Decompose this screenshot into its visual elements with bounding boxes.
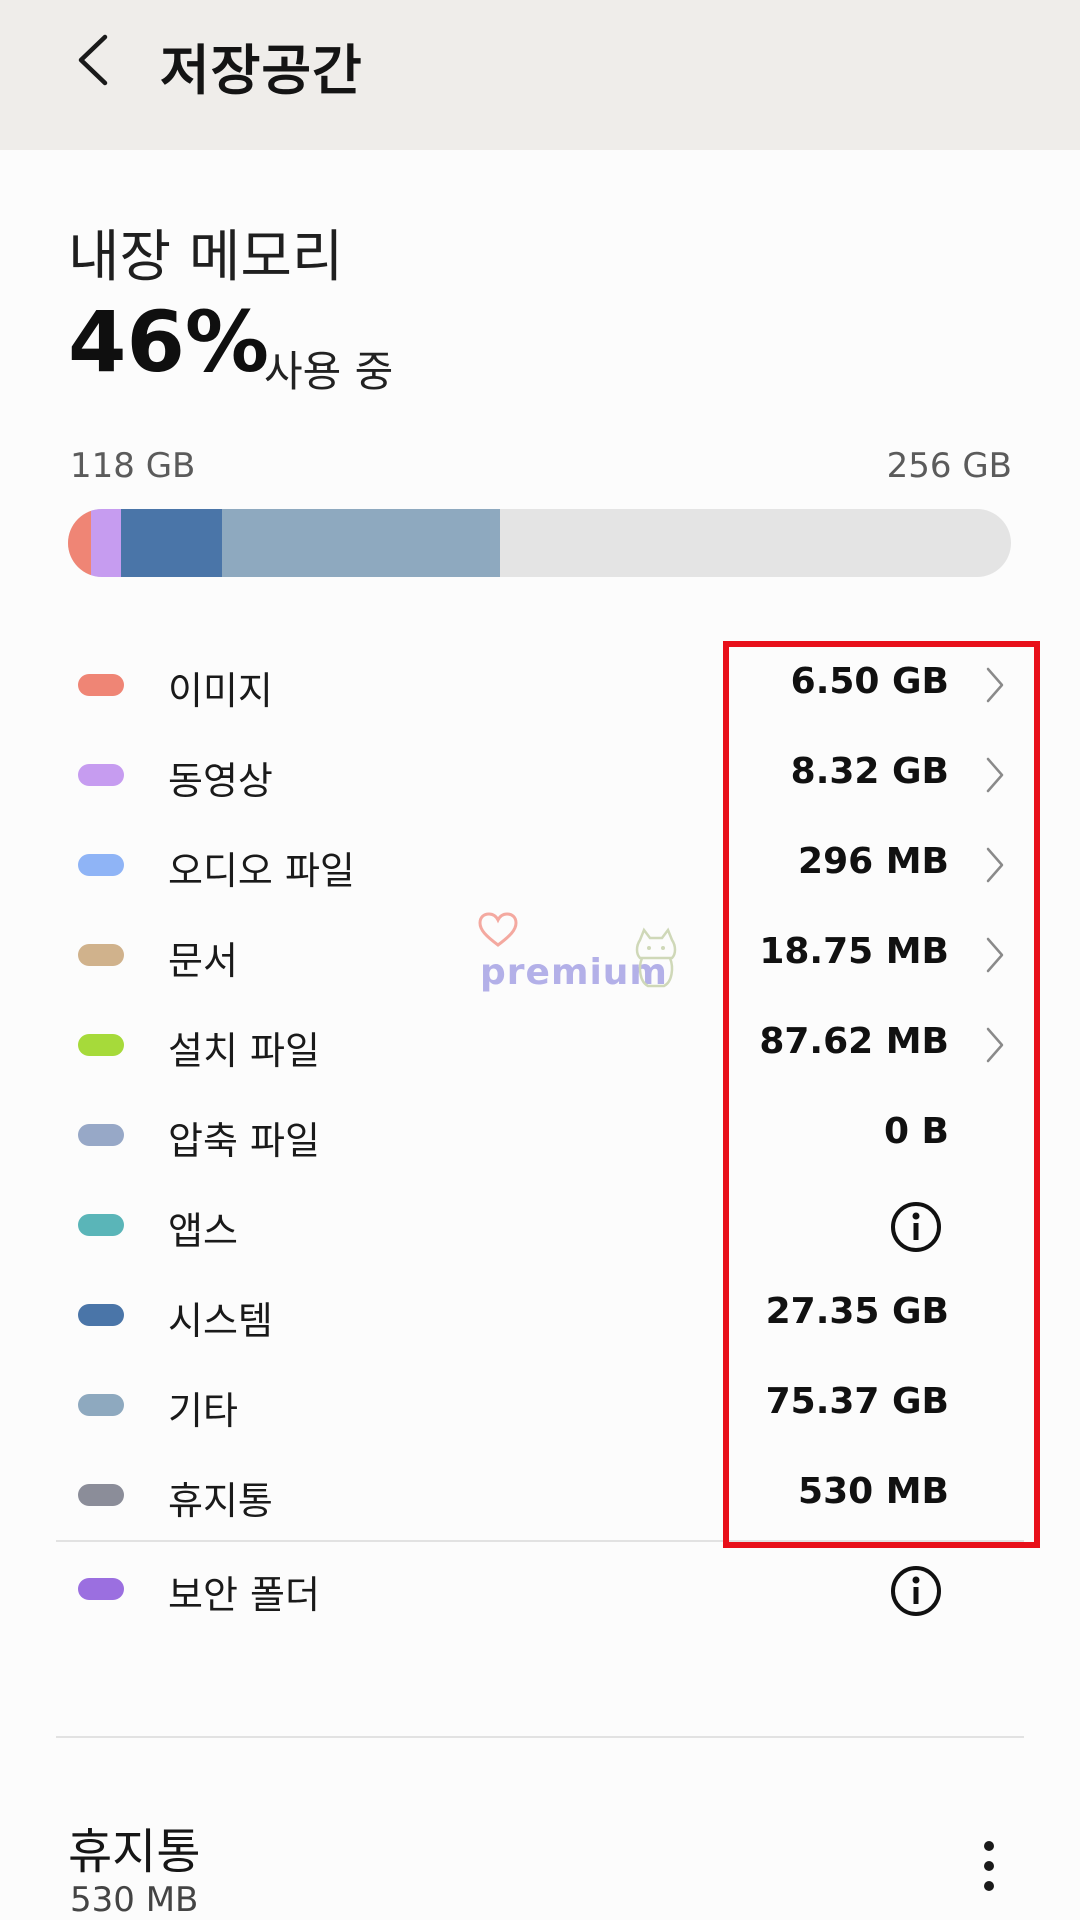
category-color-dot [78, 1394, 124, 1416]
usage-percent: 46% [68, 293, 270, 391]
storage-usage-bar [68, 509, 1011, 577]
category-size: 0 B [883, 1111, 949, 1152]
category-row: 기타 75.37 GB [0, 1360, 1080, 1450]
secure-folder-label: 보안 폴더 [168, 1573, 320, 1617]
category-color-dot [78, 1484, 124, 1506]
category-size: 6.50 GB [790, 661, 949, 702]
info-icon[interactable] [889, 1200, 943, 1254]
chevron-right-icon[interactable] [984, 935, 1006, 975]
chevron-right-icon[interactable] [984, 845, 1006, 885]
storage-bar-segment [90, 509, 121, 577]
category-row: 시스템 27.35 GB [0, 1270, 1080, 1360]
category-color-dot [78, 1578, 124, 1600]
category-label: 동영상 [168, 759, 273, 803]
cat-icon [635, 927, 677, 988]
heart-icon [478, 912, 518, 947]
category-label: 오디오 파일 [168, 849, 355, 893]
more-vertical-icon [984, 1841, 994, 1891]
category-color-dot [78, 1304, 124, 1326]
category-row[interactable]: 오디오 파일 296 MB [0, 820, 1080, 910]
internal-storage-title: 내장 메모리 [68, 225, 344, 290]
category-size: 87.62 MB [759, 1021, 949, 1062]
more-options-button[interactable] [966, 1836, 1012, 1896]
category-size: 8.32 GB [790, 751, 949, 792]
category-row: 앱스 [0, 1180, 1080, 1270]
chevron-right-icon[interactable] [984, 665, 1006, 705]
category-size: 530 MB [798, 1471, 949, 1512]
premium-watermark: premium [478, 912, 688, 1000]
category-label: 문서 [168, 939, 238, 983]
chevron-right-icon[interactable] [984, 755, 1006, 795]
category-row[interactable]: 동영상 8.32 GB [0, 730, 1080, 820]
category-color-dot [78, 674, 124, 696]
storage-bar-segment [221, 509, 500, 577]
chevron-left-icon [78, 34, 108, 86]
category-label: 설치 파일 [168, 1029, 320, 1073]
storage-bar-segment [68, 509, 91, 577]
category-color-dot [78, 764, 124, 786]
app-bar: 저장공간 [0, 0, 1080, 150]
category-label: 압축 파일 [168, 1119, 320, 1163]
category-color-dot [78, 1034, 124, 1056]
trash-section-title[interactable]: 휴지통 [68, 1812, 200, 1882]
page-title: 저장공간 [160, 39, 363, 102]
usage-percent-suffix: 사용 중 [264, 347, 394, 396]
back-button[interactable] [62, 22, 122, 98]
category-label: 이미지 [168, 669, 273, 713]
category-color-dot [78, 854, 124, 876]
category-color-dot [78, 1124, 124, 1146]
total-storage-label: 256 GB [886, 446, 1012, 486]
category-row[interactable]: 설치 파일 87.62 MB [0, 1000, 1080, 1090]
category-row: 휴지통 530 MB [0, 1450, 1080, 1540]
category-color-dot [78, 944, 124, 966]
category-color-dot [78, 1214, 124, 1236]
used-storage-label: 118 GB [70, 446, 196, 486]
category-row[interactable]: 이미지 6.50 GB [0, 640, 1080, 730]
category-label: 기타 [168, 1389, 238, 1433]
trash-section-size: 530 MB [70, 1880, 199, 1920]
category-size: 75.37 GB [765, 1381, 949, 1422]
category-row: 압축 파일 0 B [0, 1090, 1080, 1180]
category-label: 시스템 [168, 1299, 273, 1343]
info-icon[interactable] [889, 1564, 943, 1618]
category-list: 이미지 6.50 GB 동영상 8.32 GB 오디오 파일 296 MB 문서 18.75 … [0, 640, 1080, 1634]
category-size: 18.75 MB [759, 931, 949, 972]
category-label: 앱스 [168, 1209, 238, 1253]
storage-bar-segment [120, 509, 222, 577]
category-label: 휴지통 [168, 1479, 273, 1523]
chevron-right-icon[interactable] [984, 1025, 1006, 1065]
category-size: 296 MB [798, 841, 949, 882]
section-divider [56, 1736, 1024, 1738]
secure-folder-row: 보안 폴더 [0, 1542, 1080, 1634]
category-size: 27.35 GB [765, 1291, 949, 1332]
